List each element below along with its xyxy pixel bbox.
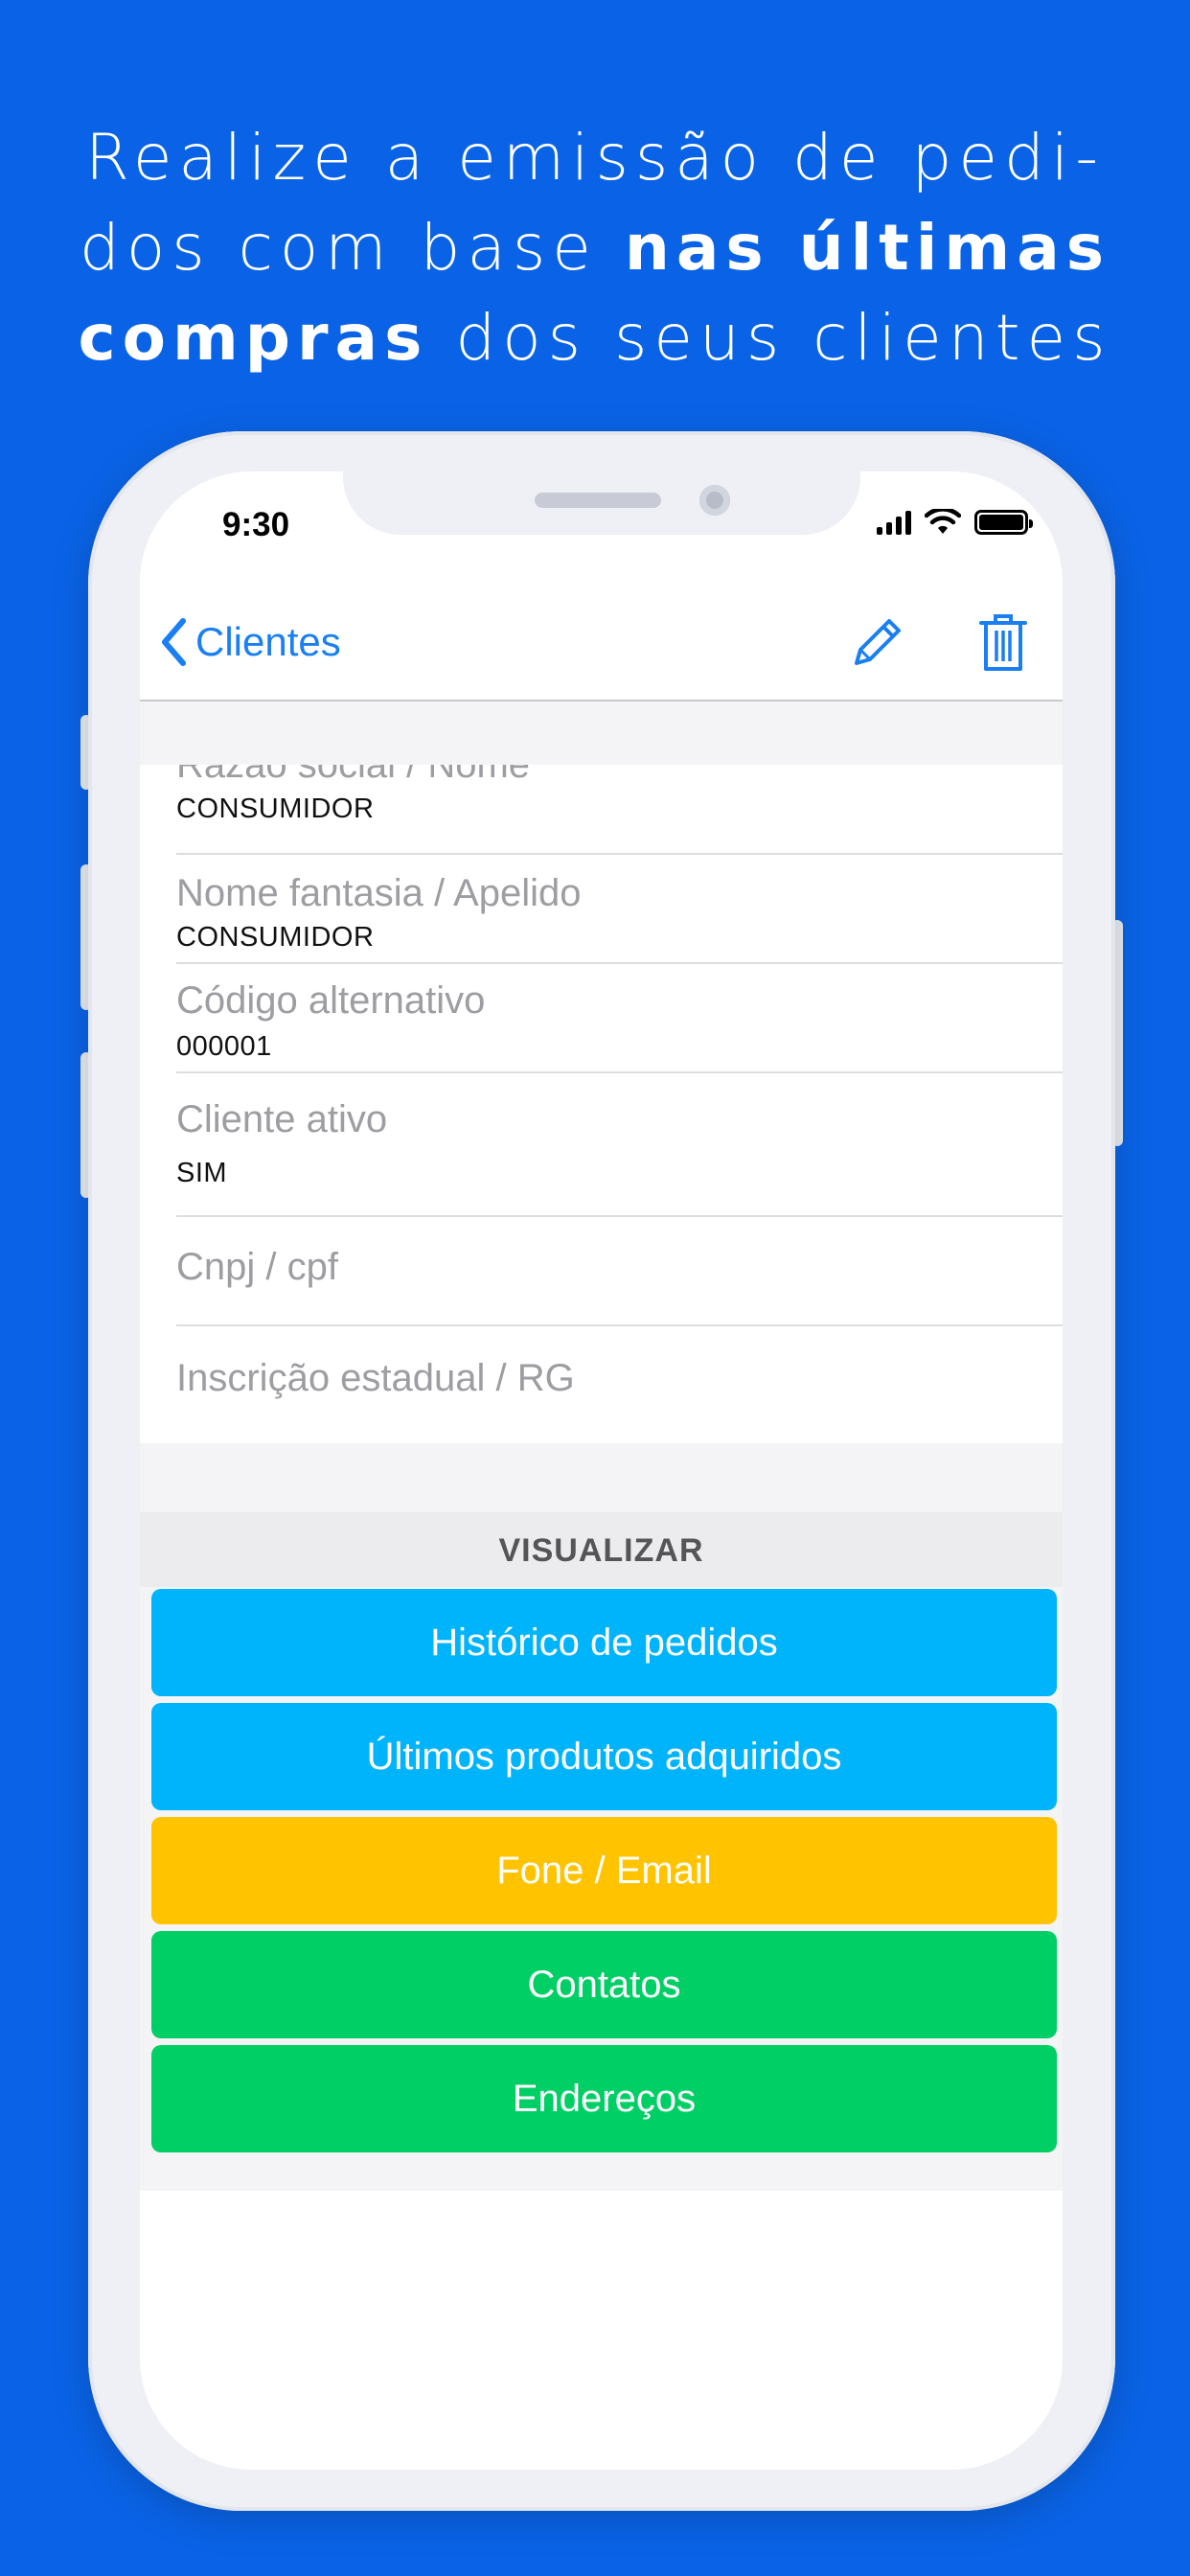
section-spacer	[140, 1443, 1063, 1512]
field-value: SIM	[176, 1158, 228, 1188]
headline-line-1: Realize a emissão de pedi-	[84, 121, 1106, 195]
pencil-icon[interactable]	[845, 611, 908, 675]
section-header-visualizar: VISUALIZAR	[140, 1512, 1063, 1587]
field-label: Cliente ativo	[176, 1098, 388, 1140]
cellular-signal-icon	[877, 510, 911, 535]
wifi-icon	[925, 509, 961, 534]
headline-bold-text: compras	[78, 301, 429, 375]
field-nome-fantasia[interactable]: Nome fantasia / Apelido CONSUMIDOR	[140, 855, 1063, 964]
headline-line-2: dos com base nas últimas	[0, 203, 1190, 293]
field-label: Cnpj / cpf	[176, 1246, 338, 1288]
field-label: Nome fantasia / Apelido	[176, 872, 582, 914]
field-inscricao-estadual[interactable]: Inscrição estadual / RG	[140, 1326, 1063, 1443]
back-button[interactable]: Clientes	[159, 617, 341, 667]
ultimos-produtos-button[interactable]: Últimos produtos adquiridos	[151, 1703, 1057, 1810]
headline-line-3: compras dos seus clientes	[0, 293, 1190, 383]
battery-icon	[974, 510, 1033, 535]
phone-screen: 9:30 Clientes Razão social / Nome CONSUM…	[140, 472, 1063, 2470]
field-label: Código alternativo	[176, 979, 486, 1022]
enderecos-button[interactable]: Endereços	[151, 2045, 1057, 2152]
navigation-bar: Clientes	[140, 594, 1063, 702]
headline-text: dos com base	[79, 211, 625, 285]
headline-bold-text: nas últimas	[624, 211, 1111, 285]
field-cnpj-cpf[interactable]: Cnpj / cpf	[140, 1217, 1063, 1326]
speaker-grille	[535, 493, 661, 508]
back-button-label: Clientes	[195, 619, 341, 664]
contatos-button[interactable]: Contatos	[151, 1931, 1057, 2038]
marketing-headline: Realize a emissão de pedi- dos com base …	[0, 113, 1190, 383]
field-razao-social[interactable]: Razão social / Nome CONSUMIDOR	[140, 744, 1063, 855]
front-camera	[699, 485, 730, 516]
fone-email-button[interactable]: Fone / Email	[151, 1817, 1057, 1924]
chevron-left-icon	[162, 618, 186, 666]
field-codigo-alternativo[interactable]: Código alternativo 000001	[140, 964, 1063, 1073]
field-label: Inscrição estadual / RG	[176, 1357, 575, 1399]
form-top-spacer-overlay	[140, 702, 1063, 765]
status-icons	[877, 508, 1033, 537]
field-value: CONSUMIDOR	[176, 922, 375, 953]
field-value: CONSUMIDOR	[176, 794, 375, 824]
headline-text: dos seus clientes	[428, 301, 1112, 375]
phone-notch	[343, 472, 860, 535]
historico-pedidos-button[interactable]: Histórico de pedidos	[151, 1589, 1057, 1696]
status-time: 9:30	[222, 506, 290, 543]
field-cliente-ativo[interactable]: Cliente ativo SIM	[140, 1073, 1063, 1217]
field-value: 000001	[176, 1031, 272, 1062]
trash-icon[interactable]	[975, 611, 1031, 675]
